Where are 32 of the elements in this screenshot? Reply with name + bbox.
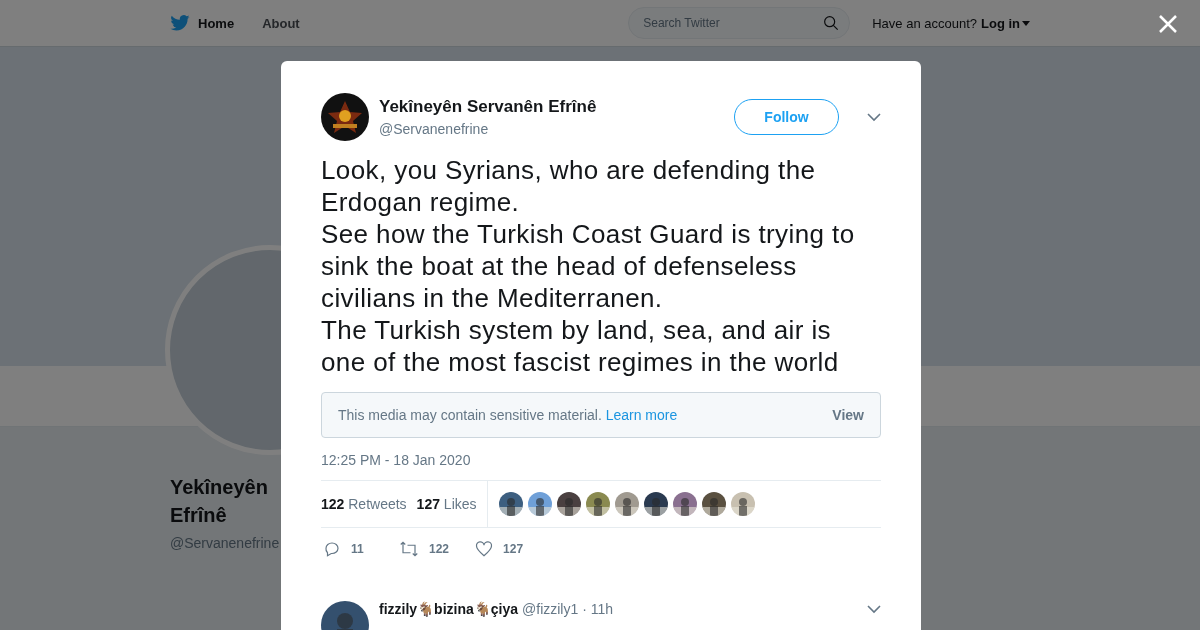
reply-author-name: fizzily🐐bizina🐐çiya <box>379 601 519 617</box>
author-name: Yekîneyên Servanên Efrînê <box>379 97 598 117</box>
follow-button[interactable]: Follow <box>734 99 839 135</box>
chevron-down-icon[interactable] <box>867 602 881 616</box>
profile-name: Yekîneyên Efrînê <box>170 475 269 528</box>
retweet-icon <box>399 540 419 558</box>
caret-icon <box>1022 20 1030 26</box>
tweet-text: Look, you Syrians, who are defending the Erdogan regime. See how the Turkish Coast Guard is trying to sink the boat at the head of defenseless civilians in the Mediterranen. The Turkish system by land, sea, and air is one of the most fascist regimes in the world <box>321 154 856 378</box>
search-field[interactable]: Search Twitter <box>641 15 824 31</box>
bird-icon <box>170 15 190 31</box>
chevron-down-icon[interactable] <box>867 110 881 124</box>
stat-link[interactable]: 122 Retweets <box>321 496 407 512</box>
learn-more-link[interactable]: Learn more <box>605 407 678 423</box>
nav-link[interactable]: Home <box>170 15 235 31</box>
login-button[interactable]: Log in <box>981 15 1030 31</box>
profile-handle: @Servanenefrine <box>170 535 281 551</box>
speech-bubble-icon <box>323 540 341 558</box>
author-handle: @Servanenefrine <box>379 121 490 137</box>
tweet-timestamp: 12:25 PM - 18 Jan 2020 <box>321 452 472 468</box>
notice-text: This media may contain sensitive material. Learn more <box>338 407 679 423</box>
action-button[interactable]: 122 <box>399 540 450 558</box>
reply-author-handle: @fizzily1 <box>522 601 579 617</box>
nav-link[interactable]: About <box>262 15 300 31</box>
heart-icon <box>475 540 494 558</box>
reply-time: · 11h <box>582 601 614 617</box>
action-button[interactable]: 11 <box>323 540 373 558</box>
stat-link[interactable]: 127 Likes <box>416 496 477 512</box>
action-button[interactable]: 127 <box>475 540 526 558</box>
search-icon <box>823 15 840 31</box>
search-bar[interactable]: Search Twitter <box>628 7 851 39</box>
view-button[interactable]: View <box>832 407 864 423</box>
account-prompt: Have an account? <box>872 15 977 31</box>
